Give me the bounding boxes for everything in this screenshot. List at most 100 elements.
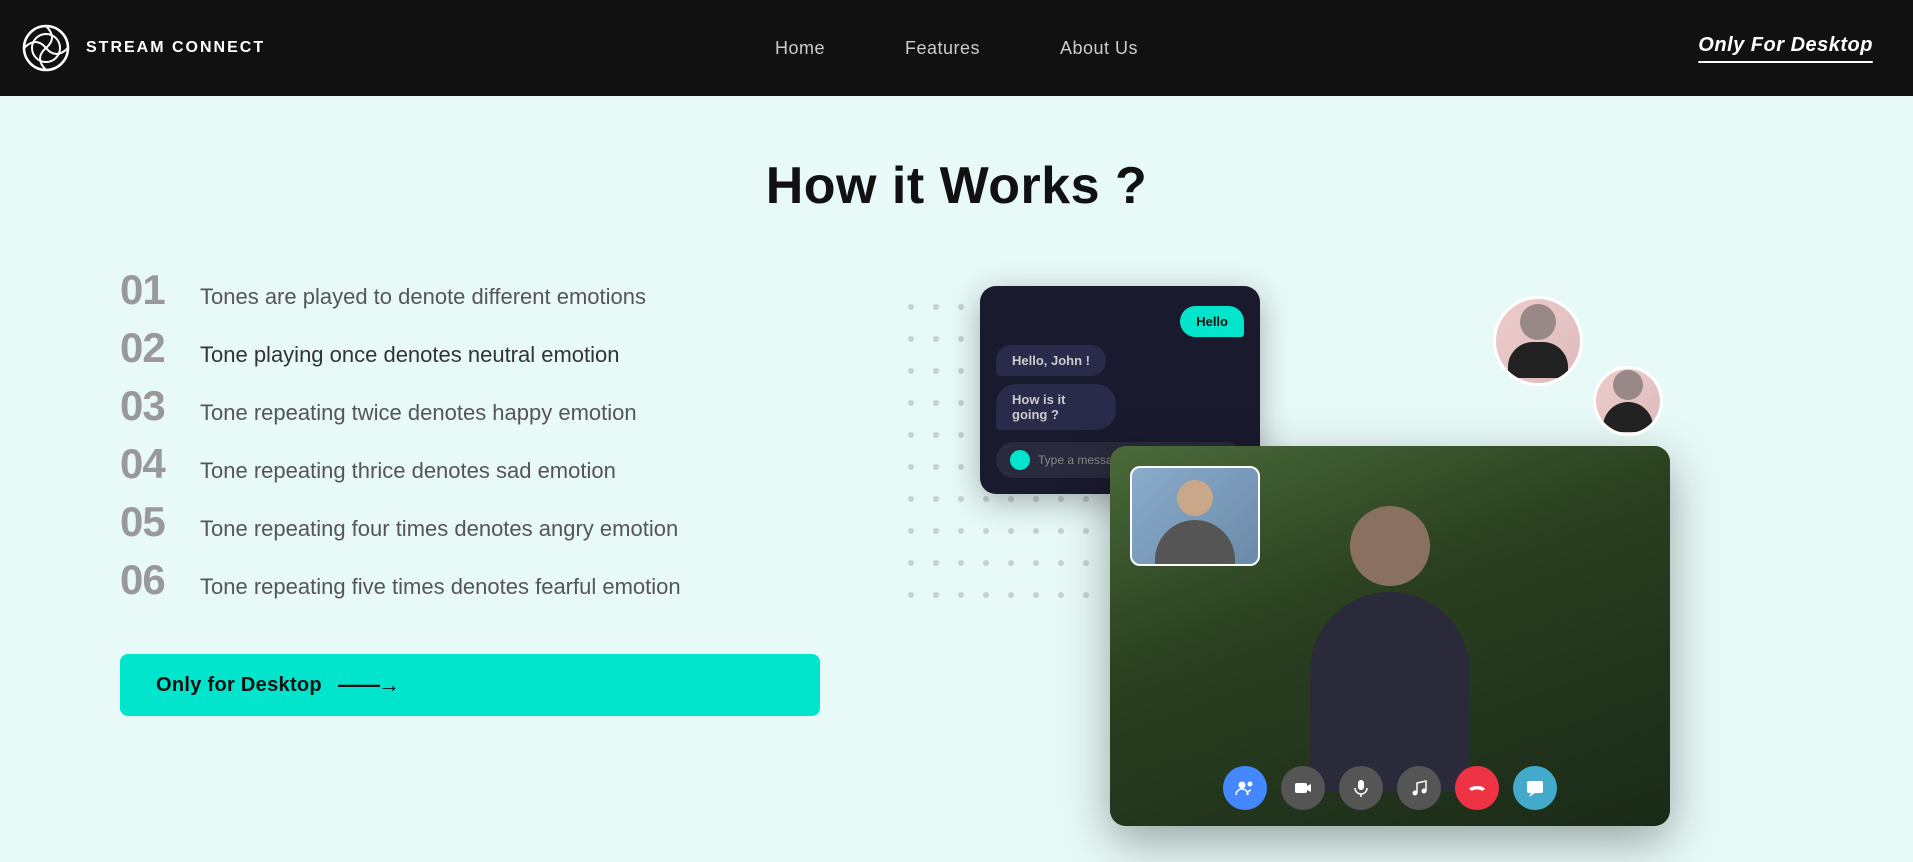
step-text-6: Tone repeating five times denotes fearfu… [200,570,681,603]
dot [1083,560,1089,566]
dot [1008,528,1014,534]
step-text-2: Tone playing once denotes neutral emotio… [200,338,620,371]
dot [983,560,989,566]
navbar: STREAM CONNECT Home Features About Us On… [0,0,1913,96]
cta-button[interactable]: Only for Desktop ——→ [120,654,820,716]
ctrl-users-button[interactable] [1223,766,1267,810]
video-main-bg [1110,446,1670,826]
dot [908,528,914,534]
step-item-4: 04 Tone repeating thrice denotes sad emo… [120,440,820,488]
ctrl-mic-button[interactable] [1339,766,1383,810]
dot [933,400,939,406]
chat-bubble-1: Hello [996,306,1244,337]
step-number-3: 03 [120,382,180,430]
step-number-5: 05 [120,498,180,546]
dot [983,496,989,502]
avatar-large-bg [1496,299,1580,383]
nav-right: Only For Desktop [1698,34,1873,63]
mic-icon [1351,778,1371,798]
step-number-2: 02 [120,324,180,372]
step-text-1: Tones are played to denote different emo… [200,280,646,313]
ctrl-end-call-button[interactable] [1455,766,1499,810]
dot [1083,496,1089,502]
ctrl-music-button[interactable] [1397,766,1441,810]
dot [1008,592,1014,598]
main-content: How it Works ? 01 Tones are played to de… [0,96,1913,862]
dot [1008,560,1014,566]
dot [933,368,939,374]
dot [958,336,964,342]
cta-button-label: Only for Desktop [156,674,322,697]
pip-person-body [1155,520,1235,566]
avatar-large-head [1520,304,1556,340]
step-text-3: Tone repeating twice denotes happy emoti… [200,396,637,429]
chat-bubble-2: Hello, John ! [996,345,1244,376]
avatar-small-head [1613,370,1643,400]
dot [958,304,964,310]
dot [958,496,964,502]
step-number-1: 01 [120,266,180,314]
dot [908,400,914,406]
music-icon [1409,778,1429,798]
nav-right-underline [1698,61,1873,63]
dot [908,432,914,438]
dot [1083,528,1089,534]
avatar-small-body [1603,402,1653,432]
users-icon [1235,778,1255,798]
avatar-large [1493,296,1583,386]
nav-link-features[interactable]: Features [905,38,980,59]
step-number-6: 06 [120,556,180,604]
nav-link-home[interactable]: Home [775,38,825,59]
dot [958,528,964,534]
logo[interactable]: STREAM CONNECT [20,22,265,74]
dot [908,368,914,374]
dot [958,592,964,598]
video-window [1110,446,1670,826]
dot [908,336,914,342]
dot [1058,592,1064,598]
chat-icon [1525,778,1545,798]
chat-bubble-text-3: How is it going ? [996,384,1116,430]
dot [1033,592,1039,598]
logo-text: STREAM CONNECT [86,39,265,57]
steps-section: 01 Tones are played to denote different … [120,266,1793,716]
step-item-5: 05 Tone repeating four times denotes ang… [120,498,820,546]
dot [1033,560,1039,566]
dot [908,560,914,566]
dot [908,496,914,502]
dot [983,592,989,598]
dot [933,304,939,310]
step-text-5: Tone repeating four times denotes angry … [200,512,678,545]
ctrl-chat-button[interactable] [1513,766,1557,810]
dot [1058,496,1064,502]
dot [933,432,939,438]
dot [958,400,964,406]
chat-input-icon [1010,450,1030,470]
step-item-2: 02 Tone playing once denotes neutral emo… [120,324,820,372]
cta-arrow-icon: ——→ [338,672,398,698]
avatar-small [1593,366,1663,436]
ctrl-camera-button[interactable] [1281,766,1325,810]
chat-bubble-text-1: Hello [1180,306,1244,337]
step-item-1: 01 Tones are played to denote different … [120,266,820,314]
nav-link-about[interactable]: About Us [1060,38,1138,59]
avatar-small-bg [1596,369,1660,433]
dot [908,464,914,470]
end-call-icon [1467,778,1487,798]
dot [933,464,939,470]
dot [1083,592,1089,598]
dot [1008,496,1014,502]
dot [933,560,939,566]
main-person-head [1350,506,1430,586]
dot [958,432,964,438]
video-controls [1110,766,1670,810]
main-person-body [1310,592,1470,792]
dot [933,496,939,502]
dot [933,592,939,598]
dot [933,336,939,342]
chat-bubble-3: How is it going ? [996,384,1244,430]
step-number-4: 04 [120,440,180,488]
chat-bubble-text-2: Hello, John ! [996,345,1106,376]
section-title: How it Works ? [120,156,1793,216]
dot [1058,528,1064,534]
